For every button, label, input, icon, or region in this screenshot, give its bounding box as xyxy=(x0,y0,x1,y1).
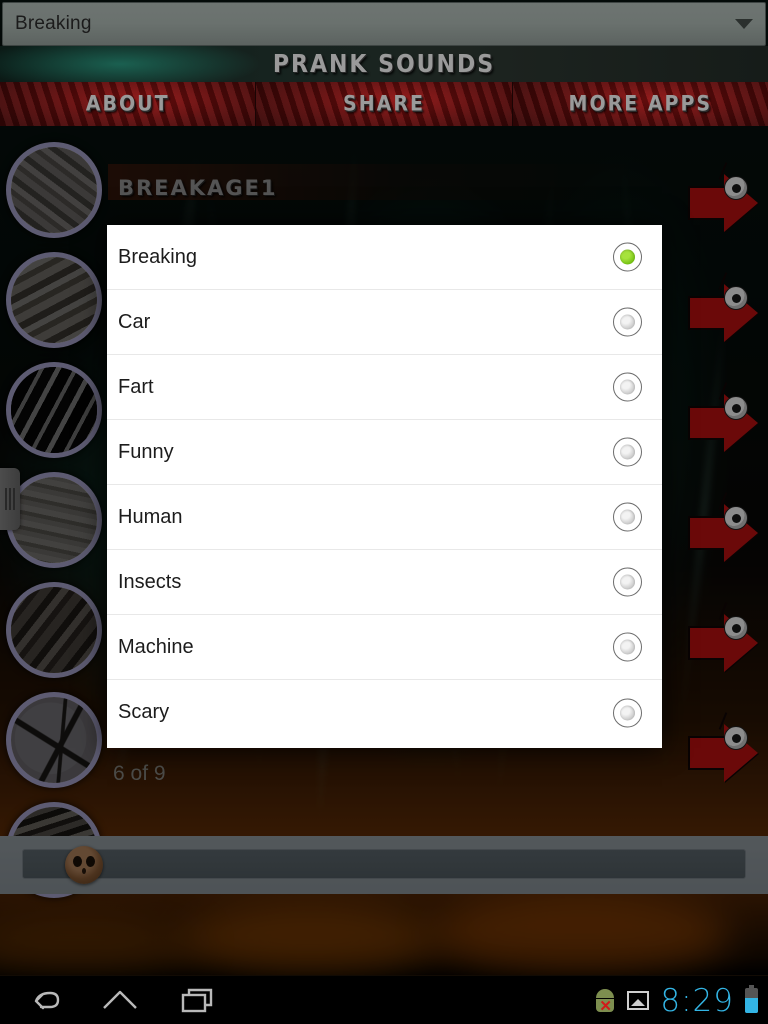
dialog-option-scary[interactable]: Scary xyxy=(107,680,662,745)
option-label: Machine xyxy=(118,635,194,658)
option-label: Funny xyxy=(118,440,174,463)
option-label: Human xyxy=(118,505,183,528)
dialog-option-insects[interactable]: Insects xyxy=(107,550,662,615)
home-icon[interactable] xyxy=(94,976,146,1024)
radio-button-scary[interactable] xyxy=(613,698,642,727)
android-error-icon[interactable]: ✕ xyxy=(594,988,616,1014)
radio-button-breaking[interactable] xyxy=(613,242,642,272)
menu-bar: ABOUT SHARE MORE APPS xyxy=(0,82,768,126)
app-screen: BREAKAGE1 6 of 9 Breaking PRANK SOUNDS A… xyxy=(0,0,768,1024)
dialog-option-machine[interactable]: Machine xyxy=(107,615,662,680)
option-label: Fart xyxy=(118,375,154,398)
recent-apps-icon[interactable] xyxy=(172,976,224,1024)
dialog-option-car[interactable]: Car xyxy=(107,290,662,355)
share-label: SHARE xyxy=(343,91,425,117)
battery-icon xyxy=(745,985,758,1013)
option-label: Car xyxy=(118,310,151,333)
category-spinner[interactable]: Breaking xyxy=(2,2,766,46)
radio-button-insects[interactable] xyxy=(613,567,642,597)
radio-button-human[interactable] xyxy=(613,502,642,532)
clock[interactable]: 8:29 xyxy=(660,983,734,1019)
share-button[interactable]: SHARE xyxy=(256,82,513,126)
dialog-option-funny[interactable]: Funny xyxy=(107,420,662,485)
screenshot-icon[interactable] xyxy=(627,991,650,1010)
app-title-banner: PRANK SOUNDS xyxy=(0,46,768,82)
category-select-dialog[interactable]: Breaking Car Fart Funny Human Insects Ma… xyxy=(107,225,662,748)
radio-button-machine[interactable] xyxy=(613,632,642,662)
about-label: ABOUT xyxy=(85,91,170,117)
page-title: PRANK SOUNDS xyxy=(272,49,496,79)
more-apps-label: MORE APPS xyxy=(568,91,713,117)
dialog-option-human[interactable]: Human xyxy=(107,485,662,550)
android-navigation-bar: ✕ 8:29 xyxy=(0,975,768,1024)
dialog-option-breaking[interactable]: Breaking xyxy=(107,225,662,290)
option-label: Breaking xyxy=(118,245,197,268)
more-apps-button[interactable]: MORE APPS xyxy=(512,82,768,126)
radio-button-fart[interactable] xyxy=(613,372,642,402)
chevron-down-icon xyxy=(735,19,753,29)
back-arrow-icon[interactable] xyxy=(16,976,68,1024)
spinner-selected-value: Breaking xyxy=(15,13,92,34)
option-label: Insects xyxy=(118,570,182,593)
radio-button-funny[interactable] xyxy=(613,437,642,467)
status-icons: ✕ 8:29 xyxy=(594,976,758,1024)
dialog-option-fart[interactable]: Fart xyxy=(107,355,662,420)
option-label: Scary xyxy=(118,701,170,723)
radio-button-car[interactable] xyxy=(613,307,642,337)
about-button[interactable]: ABOUT xyxy=(0,82,257,126)
